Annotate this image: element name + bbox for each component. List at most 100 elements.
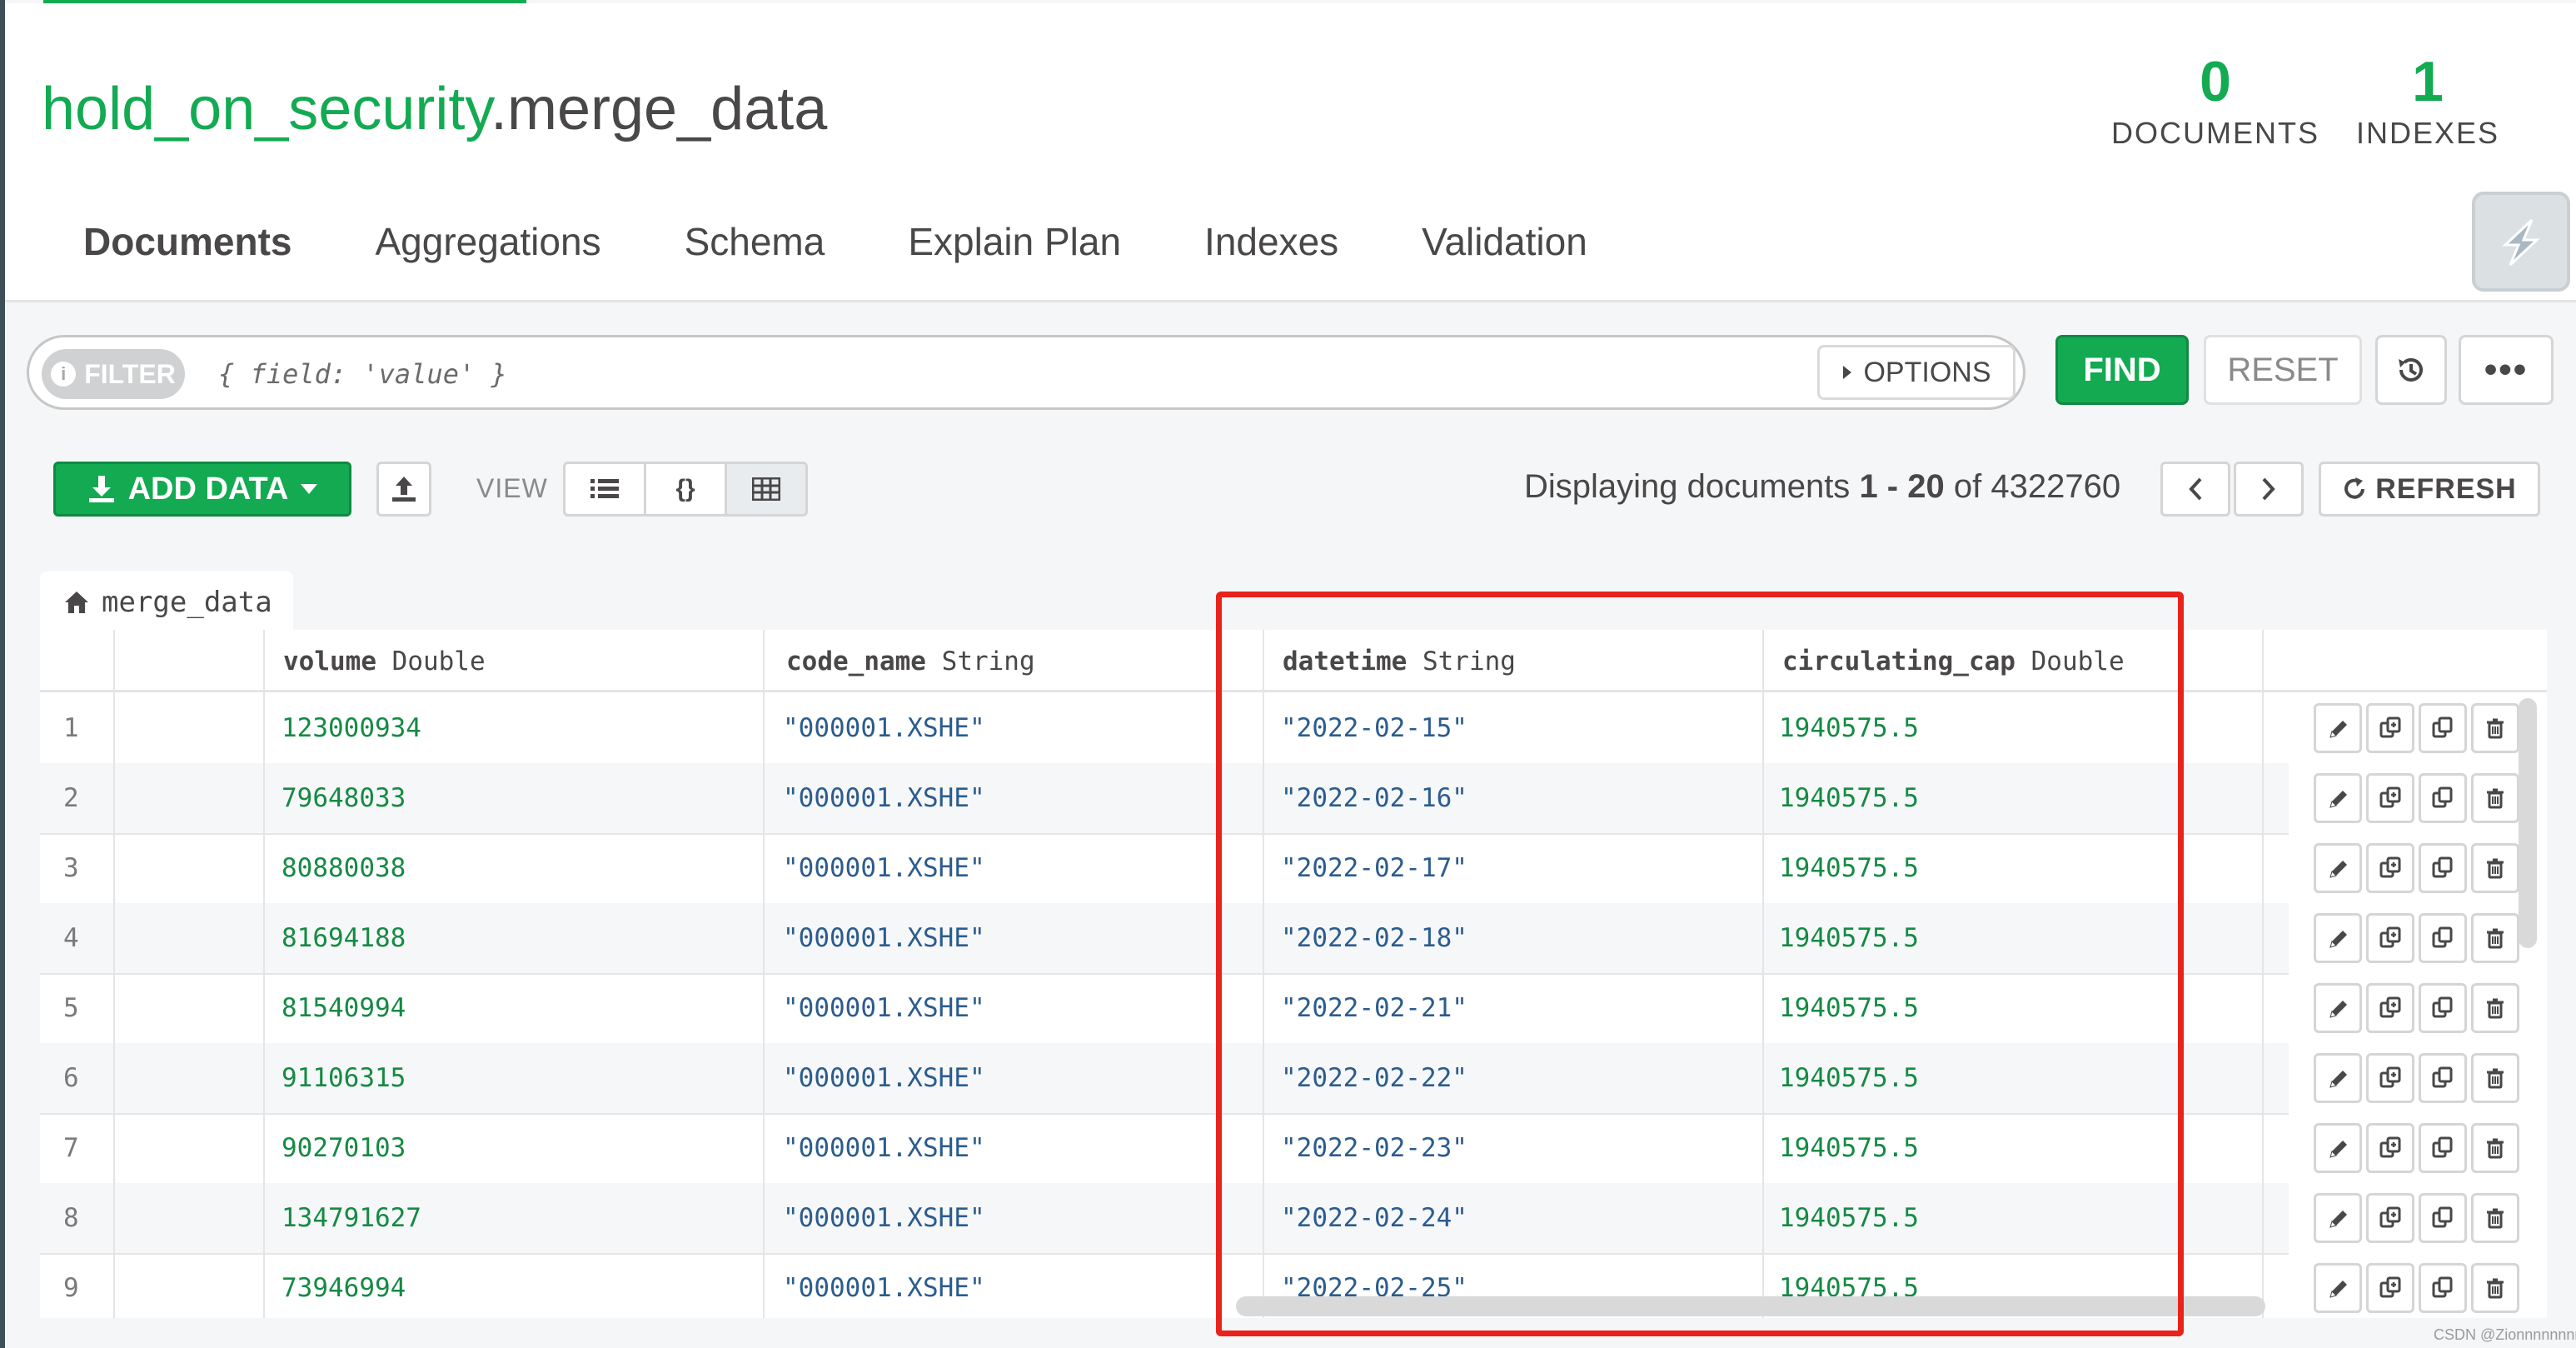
edit-document-button[interactable] xyxy=(2314,1193,2362,1243)
database-name[interactable]: hold_on_security xyxy=(42,76,491,142)
cell-datetime[interactable]: "2022-02-18" xyxy=(1281,923,1467,953)
clone-document-button[interactable] xyxy=(2366,1123,2414,1173)
tab-validation[interactable]: Validation xyxy=(1380,208,1629,300)
column-header-code-name[interactable]: code_name String xyxy=(786,647,1035,676)
delete-document-button[interactable] xyxy=(2471,1263,2519,1313)
horizontal-scrollbar[interactable] xyxy=(1236,1296,2265,1316)
copy-document-button[interactable] xyxy=(2419,1263,2467,1313)
clone-document-button[interactable] xyxy=(2366,1193,2414,1243)
cell-volume[interactable]: 79648033 xyxy=(282,783,406,813)
edit-document-button[interactable] xyxy=(2314,1123,2362,1173)
cell-code-name[interactable]: "000001.XSHE" xyxy=(783,1063,985,1093)
clone-document-button[interactable] xyxy=(2366,703,2414,753)
tab-schema[interactable]: Schema xyxy=(643,208,867,300)
add-data-button[interactable]: ADD DATA xyxy=(53,462,351,517)
clone-document-button[interactable] xyxy=(2366,843,2414,893)
cell-volume[interactable]: 81540994 xyxy=(282,993,406,1023)
cell-volume[interactable]: 91106315 xyxy=(282,1063,406,1093)
find-button[interactable]: FIND xyxy=(2055,335,2189,405)
column-header-volume[interactable]: volume Double xyxy=(283,647,486,676)
copy-document-button[interactable] xyxy=(2419,843,2467,893)
cell-volume[interactable]: 123000934 xyxy=(282,713,421,743)
copy-document-button[interactable] xyxy=(2419,1193,2467,1243)
cell-datetime[interactable]: "2022-02-22" xyxy=(1281,1063,1467,1093)
delete-document-button[interactable] xyxy=(2471,983,2519,1033)
vertical-scrollbar[interactable] xyxy=(2519,698,2537,948)
column-header-circulating-cap[interactable]: circulating_cap Double xyxy=(1782,647,2125,676)
options-button[interactable]: OPTIONS xyxy=(1817,345,2015,400)
cell-code-name[interactable]: "000001.XSHE" xyxy=(783,923,985,953)
table-view-button[interactable] xyxy=(725,462,808,517)
cell-circulating-cap[interactable]: 1940575.5 xyxy=(1779,713,1919,743)
refresh-button[interactable]: REFRESH xyxy=(2319,462,2540,517)
table-row[interactable]: 5 81540994 "000001.XSHE" "2022-02-21" 194057… xyxy=(40,973,2289,1045)
filter-placeholder[interactable]: { field: 'value' } xyxy=(218,358,507,390)
delete-document-button[interactable] xyxy=(2471,913,2519,963)
json-view-button[interactable]: {} xyxy=(644,462,727,517)
cell-datetime[interactable]: "2022-02-17" xyxy=(1281,853,1467,883)
tab-indexes[interactable]: Indexes xyxy=(1163,208,1380,300)
reset-button[interactable]: RESET xyxy=(2204,335,2362,405)
clone-document-button[interactable] xyxy=(2366,983,2414,1033)
table-row[interactable]: 1 123000934 "000001.XSHE" "2022-02-15" 19405… xyxy=(40,693,2289,765)
table-row[interactable]: 2 79648033 "000001.XSHE" "2022-02-16" 194057… xyxy=(40,763,2289,835)
cell-datetime[interactable]: "2022-02-15" xyxy=(1281,713,1467,743)
delete-document-button[interactable] xyxy=(2471,1193,2519,1243)
table-row[interactable]: 4 81694188 "000001.XSHE" "2022-02-18" 194057… xyxy=(40,903,2289,975)
list-view-button[interactable] xyxy=(563,462,646,517)
table-row[interactable]: 6 91106315 "000001.XSHE" "2022-02-22" 194057… xyxy=(40,1043,2289,1115)
cell-code-name[interactable]: "000001.XSHE" xyxy=(783,1133,985,1163)
copy-document-button[interactable] xyxy=(2419,703,2467,753)
cell-circulating-cap[interactable]: 1940575.5 xyxy=(1779,783,1919,813)
table-row[interactable]: 3 80880038 "000001.XSHE" "2022-02-17" 194057… xyxy=(40,833,2289,905)
copy-document-button[interactable] xyxy=(2419,913,2467,963)
table-row[interactable]: 7 90270103 "000001.XSHE" "2022-02-23" 194057… xyxy=(40,1113,2289,1185)
tab-documents[interactable]: Documents xyxy=(42,208,334,322)
cell-circulating-cap[interactable]: 1940575.5 xyxy=(1779,1133,1919,1163)
export-button[interactable] xyxy=(376,462,431,517)
edit-document-button[interactable] xyxy=(2314,773,2362,823)
tab-aggregations[interactable]: Aggregations xyxy=(333,208,642,300)
column-header-datetime[interactable]: datetime String xyxy=(1283,647,1516,676)
clone-document-button[interactable] xyxy=(2366,773,2414,823)
delete-document-button[interactable] xyxy=(2471,1053,2519,1103)
query-history-button[interactable] xyxy=(2375,335,2447,405)
clone-document-button[interactable] xyxy=(2366,913,2414,963)
cell-volume[interactable]: 81694188 xyxy=(282,923,406,953)
edit-document-button[interactable] xyxy=(2314,913,2362,963)
cell-circulating-cap[interactable]: 1940575.5 xyxy=(1779,853,1919,883)
edit-document-button[interactable] xyxy=(2314,983,2362,1033)
cell-datetime[interactable]: "2022-02-23" xyxy=(1281,1133,1467,1163)
cell-code-name[interactable]: "000001.XSHE" xyxy=(783,1203,985,1233)
tab-explain-plan[interactable]: Explain Plan xyxy=(866,208,1163,300)
cell-circulating-cap[interactable]: 1940575.5 xyxy=(1779,993,1919,1023)
cell-datetime[interactable]: "2022-02-24" xyxy=(1281,1203,1467,1233)
cell-volume[interactable]: 73946994 xyxy=(282,1273,406,1303)
edit-document-button[interactable] xyxy=(2314,1053,2362,1103)
copy-document-button[interactable] xyxy=(2419,983,2467,1033)
compass-logo-button[interactable] xyxy=(2472,192,2570,292)
delete-document-button[interactable] xyxy=(2471,703,2519,753)
cell-volume[interactable]: 90270103 xyxy=(282,1133,406,1163)
cell-volume[interactable]: 134791627 xyxy=(282,1203,421,1233)
delete-document-button[interactable] xyxy=(2471,1123,2519,1173)
previous-page-button[interactable] xyxy=(2160,462,2230,517)
cell-code-name[interactable]: "000001.XSHE" xyxy=(783,853,985,883)
cell-code-name[interactable]: "000001.XSHE" xyxy=(783,1273,985,1303)
more-options-button[interactable]: ••• xyxy=(2459,335,2554,405)
cell-code-name[interactable]: "000001.XSHE" xyxy=(783,993,985,1023)
edit-document-button[interactable] xyxy=(2314,1263,2362,1313)
clone-document-button[interactable] xyxy=(2366,1263,2414,1313)
edit-document-button[interactable] xyxy=(2314,703,2362,753)
cell-code-name[interactable]: "000001.XSHE" xyxy=(783,713,985,743)
copy-document-button[interactable] xyxy=(2419,1123,2467,1173)
next-page-button[interactable] xyxy=(2234,462,2304,517)
delete-document-button[interactable] xyxy=(2471,843,2519,893)
copy-document-button[interactable] xyxy=(2419,1053,2467,1103)
delete-document-button[interactable] xyxy=(2471,773,2519,823)
cell-volume[interactable]: 80880038 xyxy=(282,853,406,883)
cell-circulating-cap[interactable]: 1940575.5 xyxy=(1779,1063,1919,1093)
edit-document-button[interactable] xyxy=(2314,843,2362,893)
collection-breadcrumb-tab[interactable]: merge_data xyxy=(40,572,293,633)
table-row[interactable]: 8 134791627 "000001.XSHE" "2022-02-24" 19405… xyxy=(40,1183,2289,1255)
